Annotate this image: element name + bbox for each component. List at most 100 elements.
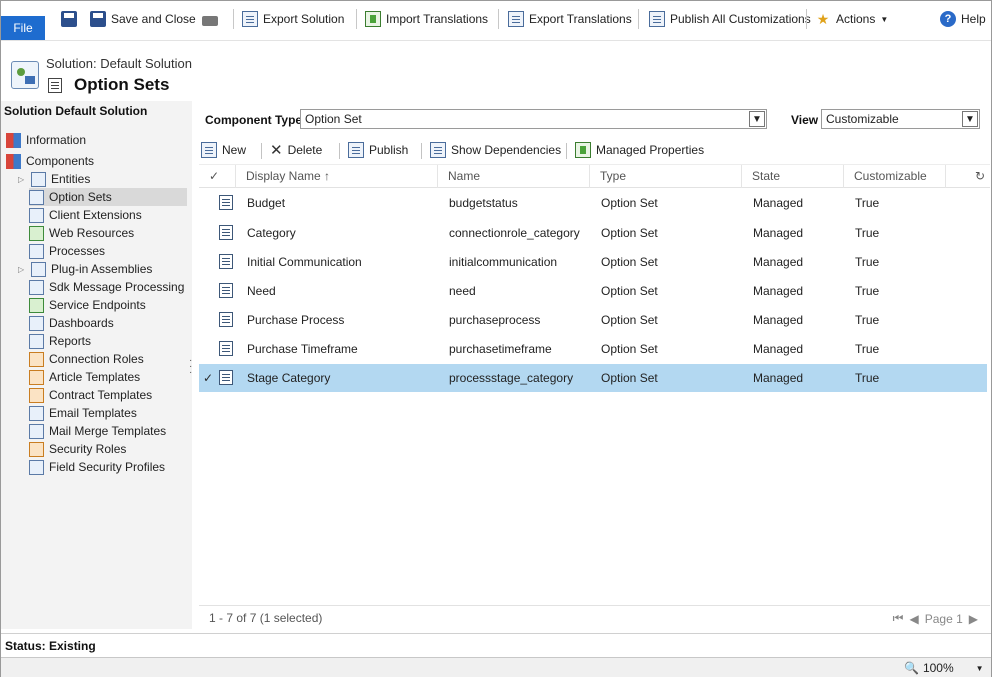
table-row[interactable]: Purchase Timeframe purchasetimeframe Opt… <box>199 335 987 363</box>
sidebar-item-label: Mail Merge Templates <box>49 424 167 438</box>
zoom-level: 100% <box>922 661 954 675</box>
cell-type: Option Set <box>601 196 658 210</box>
sidebar-item-security-roles[interactable]: Security Roles <box>29 440 126 458</box>
help-label: Help <box>961 12 986 26</box>
file-tab[interactable]: File <box>1 16 45 40</box>
table-row-selected[interactable]: ✓ Stage Category processstage_category O… <box>199 364 987 392</box>
sidebar-item-label: Contract Templates <box>49 388 153 402</box>
sidebar-item-client-extensions[interactable]: Client Extensions <box>29 206 142 224</box>
cell-display-name[interactable]: Stage Category <box>247 364 330 392</box>
save-button[interactable] <box>61 9 77 29</box>
new-button[interactable]: New <box>201 141 246 159</box>
export-translations-button[interactable]: Export Translations <box>508 9 632 29</box>
chevron-down-icon[interactable]: ▼ <box>976 664 984 673</box>
publish-all-button[interactable]: Publish All Customizations <box>649 9 811 29</box>
table-row[interactable]: Need need Option Set Managed True <box>199 277 987 305</box>
select-all-checkbox[interactable]: ✓ <box>199 165 239 188</box>
cell-display-name[interactable]: Initial Communication <box>247 248 362 276</box>
option-set-icon <box>219 195 233 210</box>
managed-properties-button[interactable]: Managed Properties <box>575 141 704 159</box>
option-set-icon <box>219 254 233 269</box>
cell-display-name[interactable]: Category <box>247 219 296 247</box>
cell-display-name[interactable]: Purchase Process <box>247 306 344 334</box>
sidebar-item-web-resources[interactable]: Web Resources <box>29 224 134 242</box>
contract-templates-icon <box>29 387 44 403</box>
cell-type: Option Set <box>601 313 658 327</box>
page-number: Page 1 <box>924 611 963 626</box>
sidebar-item-article-templates[interactable]: Article Templates <box>29 368 140 386</box>
cell-type: Option Set <box>601 371 658 385</box>
table-row[interactable]: Budget budgetstatus Option Set Managed T… <box>199 189 987 217</box>
column-name[interactable]: Name <box>437 165 589 188</box>
show-dependencies-button[interactable]: Show Dependencies <box>430 141 561 159</box>
cell-type: Option Set <box>601 284 658 298</box>
sidebar-splitter[interactable]: · · · <box>189 356 192 378</box>
column-display-name[interactable]: Display Name ↑ <box>235 165 436 188</box>
table-row[interactable]: Initial Communication initialcommunicati… <box>199 248 987 276</box>
sidebar-item-connection-roles[interactable]: Connection Roles <box>29 350 144 368</box>
sidebar-item-mail-merge-templates[interactable]: Mail Merge Templates <box>29 422 166 440</box>
chevron-down-icon: ▼ <box>962 111 978 127</box>
table-row[interactable]: Category connectionrole_category Option … <box>199 219 987 247</box>
table-row[interactable]: Purchase Process purchaseprocess Option … <box>199 306 987 334</box>
entities-icon <box>31 171 46 187</box>
cell-display-name[interactable]: Budget <box>247 189 285 217</box>
sidebar-item-option-sets[interactable]: Option Sets <box>29 188 187 206</box>
help-menu[interactable]: ?Help▼ <box>940 9 992 29</box>
column-customizable[interactable]: Customizable <box>843 165 945 188</box>
cell-state: Managed <box>753 255 804 269</box>
view-select[interactable]: Customizable ▼ <box>821 109 980 129</box>
export-solution-button[interactable]: Export Solution <box>242 9 344 29</box>
component-type-select[interactable]: Option Set ▼ <box>300 109 767 129</box>
cell-state: Managed <box>753 196 804 210</box>
sidebar-item-label: Service Endpoints <box>49 298 146 312</box>
sidebar-item-label: Field Security Profiles <box>49 460 166 474</box>
security-roles-icon <box>29 441 44 457</box>
cell-display-name[interactable]: Need <box>247 277 276 305</box>
plugin-icon <box>31 261 46 277</box>
sidebar-item-entities[interactable]: ▷ Entities <box>18 170 90 188</box>
column-state[interactable]: State <box>741 165 843 188</box>
cell-type: Option Set <box>601 255 658 269</box>
grid-footer: 1 - 7 of 7 (1 selected) ⏮ ◀ Page 1 ▶ <box>199 605 990 629</box>
cell-state: Managed <box>753 342 804 356</box>
sidebar-item-email-templates[interactable]: Email Templates <box>29 404 137 422</box>
cell-display-name[interactable]: Purchase Timeframe <box>247 335 358 363</box>
expand-arrow-icon[interactable]: ▷ <box>18 175 26 184</box>
sidebar-item-processes[interactable]: Processes <box>29 242 105 260</box>
sidebar-item-components[interactable]: Components <box>6 152 94 170</box>
save-and-close-label: Save and Close <box>111 12 196 26</box>
publish-button[interactable]: Publish <box>348 141 408 159</box>
sidebar-item-sdk-message[interactable]: Sdk Message Processing S... <box>29 278 187 296</box>
refresh-icon[interactable]: ↻ <box>945 165 989 188</box>
publish-label: Publish <box>369 143 409 157</box>
dashboards-icon <box>29 315 44 331</box>
import-translations-button[interactable]: Import Translations <box>365 9 488 29</box>
next-page-icon[interactable]: ▶ <box>969 612 978 626</box>
check-icon[interactable]: ✓ <box>203 364 213 392</box>
print-button[interactable] <box>202 9 218 29</box>
reports-icon <box>29 333 44 349</box>
save-and-close-button[interactable]: Save and Close <box>90 9 196 29</box>
sidebar-item-label: Plug-in Assemblies <box>51 262 153 276</box>
sidebar-item-service-endpoints[interactable]: Service Endpoints <box>29 296 146 314</box>
first-page-icon[interactable]: ⏮ <box>893 611 904 626</box>
expand-arrow-icon[interactable]: ▷ <box>18 265 26 274</box>
cell-name: need <box>449 284 476 298</box>
sidebar-item-label: Article Templates <box>49 370 141 384</box>
zoom-control[interactable]: 🔍 100% ▼ <box>904 661 984 675</box>
sidebar-item-label: Option Sets <box>49 190 112 204</box>
delete-button[interactable]: ✕ Delete <box>270 141 322 159</box>
actions-menu[interactable]: ★ Actions ▼ <box>815 9 889 29</box>
sidebar-item-label: Components <box>26 154 95 168</box>
sidebar-item-reports[interactable]: Reports <box>29 332 91 350</box>
sidebar-item-information[interactable]: Information <box>6 131 86 149</box>
sidebar-item-plugin-assemblies[interactable]: ▷ Plug-in Assemblies <box>18 260 152 278</box>
previous-page-icon[interactable]: ◀ <box>909 612 918 626</box>
sidebar-item-contract-templates[interactable]: Contract Templates <box>29 386 152 404</box>
sidebar-item-field-security-profiles[interactable]: Field Security Profiles <box>29 458 165 476</box>
mail-merge-icon <box>29 423 44 439</box>
import-translations-icon <box>365 11 381 27</box>
sidebar-item-dashboards[interactable]: Dashboards <box>29 314 114 332</box>
column-type[interactable]: Type <box>589 165 741 188</box>
